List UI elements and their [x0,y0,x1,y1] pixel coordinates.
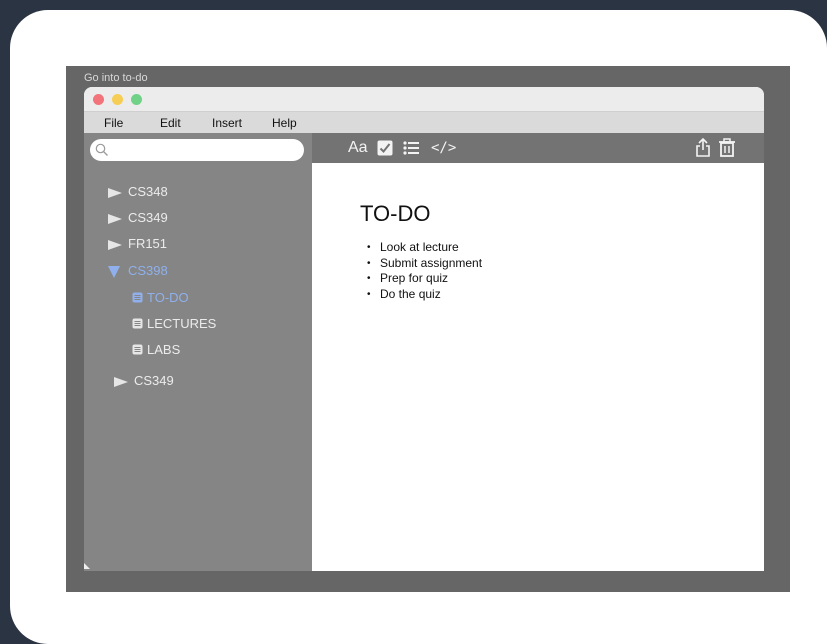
note-item-labs[interactable]: LABS [132,341,180,359]
tree-item-cs348[interactable]: CS348 [106,183,168,201]
tree-item-label: CS349 [134,373,174,388]
note-item-todo[interactable]: TO-DO [132,289,189,307]
search-icon [95,143,108,156]
tree-item-cs349[interactable]: CS349 [106,209,168,227]
document-icon [132,292,143,303]
note-item-label: LABS [147,342,181,357]
tree-item-label: CS398 [128,263,168,278]
tree-item-label: FR151 [128,236,168,251]
triangle-right-icon [108,239,122,250]
tree-item-cs349-second[interactable]: CS349 [112,372,174,390]
list-icon[interactable] [403,140,419,156]
checkbox-icon[interactable] [377,140,393,156]
triangle-right-icon [114,376,128,387]
tree-item-cs398[interactable]: CS398 [106,262,168,280]
tree-item-label: CS348 [128,184,168,199]
document-icon [132,318,143,329]
note-title[interactable]: TO-DO [360,201,430,227]
tree-item-fr151[interactable]: FR151 [106,235,167,253]
resize-corner [84,563,90,569]
trash-icon[interactable] [718,138,736,157]
frame-title: Go into to-do [84,72,148,84]
menu-help[interactable]: Help [272,116,297,130]
list-item[interactable]: Submit assignment [367,256,482,272]
editor-toolbar: Aa </> [312,133,764,163]
title-bar [84,87,764,111]
list-item[interactable]: Prep for quiz [367,271,482,287]
sidebar: CS348 CS349 FR151 CS398 TO-DO LECTURES L… [84,133,312,571]
note-item-label: LECTURES [147,316,217,331]
list-item[interactable]: Look at lecture [367,240,482,256]
close-window-button[interactable] [93,94,104,105]
menu-insert[interactable]: Insert [212,116,242,130]
document-icon [132,344,143,355]
list-item[interactable]: Do the quiz [367,287,482,303]
search-input[interactable] [90,139,304,161]
triangle-down-icon [108,265,120,278]
triangle-right-icon [108,213,122,224]
app-window: File Edit Insert Help CS348 CS349 FR151 … [84,87,764,571]
code-block-button[interactable]: </> [431,140,456,156]
triangle-right-icon [108,187,122,198]
note-item-lectures[interactable]: LECTURES [132,315,216,333]
maximize-window-button[interactable] [131,94,142,105]
menu-edit[interactable]: Edit [160,116,181,130]
menu-bar: File Edit Insert Help [84,111,764,133]
note-bullet-list[interactable]: Look at lecture Submit assignment Prep f… [366,240,482,302]
minimize-window-button[interactable] [112,94,123,105]
note-item-label: TO-DO [147,290,189,305]
tree-item-label: CS349 [128,210,168,225]
menu-file[interactable]: File [104,116,123,130]
note-editor[interactable]: TO-DO Look at lecture Submit assignment … [312,163,764,571]
format-text-button[interactable]: Aa [348,139,368,157]
share-icon[interactable] [695,138,711,157]
